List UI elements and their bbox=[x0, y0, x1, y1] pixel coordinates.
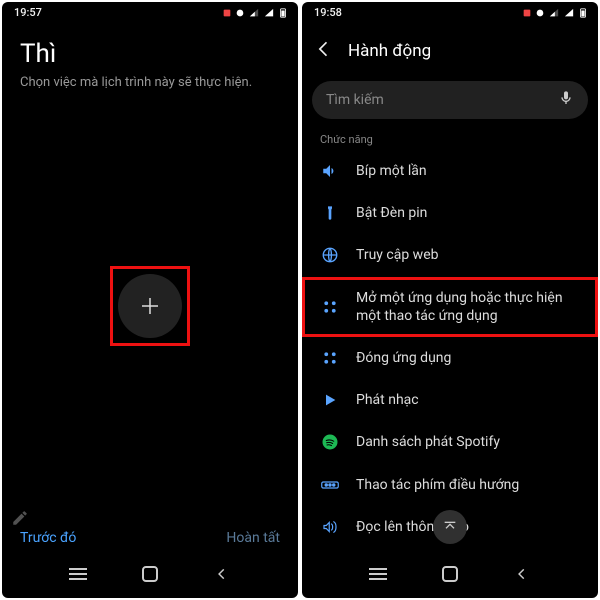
home-button[interactable] bbox=[140, 564, 160, 584]
action-item-label: Bật Đèn pin bbox=[356, 204, 580, 222]
search-placeholder: Tìm kiếm bbox=[326, 92, 558, 108]
action-item[interactable]: Bật Đèn pin bbox=[302, 192, 598, 234]
page-title: Thì bbox=[2, 21, 298, 75]
empty-state bbox=[2, 90, 298, 522]
action-item[interactable]: Bíp một lần bbox=[302, 150, 598, 192]
globe-icon bbox=[320, 246, 340, 264]
tts-icon bbox=[320, 518, 340, 536]
status-icons bbox=[522, 8, 588, 18]
android-navbar bbox=[302, 550, 598, 598]
flashlight-icon bbox=[320, 204, 340, 222]
section-label: Chức năng bbox=[302, 123, 598, 150]
back-button[interactable] bbox=[212, 564, 232, 584]
status-bar: 19:58 bbox=[302, 2, 598, 21]
back-icon[interactable] bbox=[308, 35, 340, 67]
play-icon bbox=[320, 392, 340, 408]
spotify-icon bbox=[320, 433, 340, 451]
header-title: Hành động bbox=[348, 41, 431, 61]
action-item-label: Đọc lên thông báo bbox=[356, 518, 580, 536]
action-item-label: Truy cập web bbox=[356, 246, 580, 264]
action-item-label: Đóng ứng dụng bbox=[356, 349, 580, 367]
status-time: 19:58 bbox=[314, 6, 342, 19]
apps-icon bbox=[320, 349, 340, 367]
action-item-label: Danh sách phát Spotify bbox=[356, 433, 580, 451]
action-item[interactable]: Thao tác phím điều hướng bbox=[302, 464, 598, 506]
voice-search-icon[interactable] bbox=[558, 90, 574, 110]
action-item-label: Phát nhạc bbox=[356, 391, 580, 409]
android-navbar bbox=[2, 550, 298, 598]
navkeys-icon bbox=[320, 478, 340, 492]
header: Hành động bbox=[302, 21, 598, 77]
action-list: Bíp một lần Bật Đèn pin Truy cập web Mở một… bbox=[302, 150, 598, 550]
screen-action-picker: 19:58 Hành động Tìm kiếm Chức năng Bíp m… bbox=[302, 2, 598, 598]
screen-then: 19:57 Thì Chọn việc mà lịch trình này sẽ… bbox=[2, 2, 298, 598]
add-action-button[interactable] bbox=[118, 274, 182, 338]
volume-icon bbox=[320, 162, 340, 180]
action-item-label: Bíp một lần bbox=[356, 162, 580, 180]
recent-apps-button[interactable] bbox=[368, 564, 388, 584]
back-button[interactable] bbox=[512, 564, 532, 584]
action-item-label: Thao tác phím điều hướng bbox=[356, 476, 580, 494]
footer-actions: Trước đó Hoàn tất bbox=[2, 522, 298, 550]
prev-button[interactable]: Trước đó bbox=[20, 530, 76, 546]
recent-apps-button[interactable] bbox=[68, 564, 88, 584]
edit-icon[interactable] bbox=[6, 504, 34, 532]
page-subtitle: Chọn việc mà lịch trình này sẽ thực hiện… bbox=[2, 75, 298, 90]
action-item[interactable]: Truy cập web bbox=[302, 234, 598, 276]
search-input[interactable]: Tìm kiếm bbox=[312, 81, 588, 119]
status-bar: 19:57 bbox=[2, 2, 298, 21]
home-button[interactable] bbox=[440, 564, 460, 584]
done-button[interactable]: Hoàn tất bbox=[226, 530, 280, 546]
action-item-label: Mở một ứng dụng hoặc thực hiện một thao … bbox=[356, 289, 580, 325]
status-time: 19:57 bbox=[14, 6, 42, 19]
action-item[interactable]: Danh sách phát Spotify bbox=[302, 421, 598, 463]
scroll-top-button[interactable] bbox=[433, 510, 467, 544]
apps-icon bbox=[320, 298, 340, 316]
action-item[interactable]: Phát nhạc bbox=[302, 379, 598, 421]
action-item[interactable]: Mở một ứng dụng hoặc thực hiện một thao … bbox=[302, 277, 598, 337]
status-icons bbox=[222, 8, 288, 18]
action-item[interactable]: Đóng ứng dụng bbox=[302, 337, 598, 379]
